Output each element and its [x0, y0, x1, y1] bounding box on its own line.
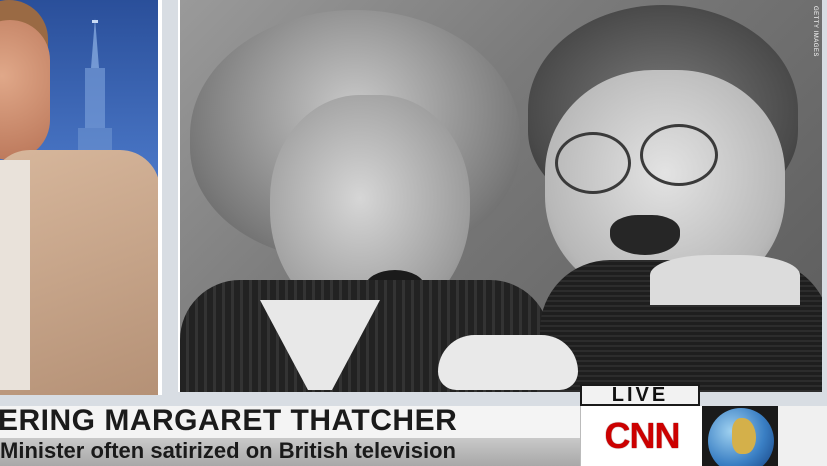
man-mouth [610, 215, 680, 255]
network-logo-box: CNN [580, 406, 703, 466]
live-badge: LIVE [580, 384, 700, 406]
lower-third-end-cap [778, 406, 827, 466]
subline-text: Minister often satirized on British tele… [0, 438, 456, 463]
man-collar [650, 255, 800, 305]
globe-continent [732, 418, 756, 454]
puppet-hand [438, 335, 578, 390]
glasses-right-lens [640, 124, 718, 186]
broadcast-frame: GETTY IMAGES LIVE ERING MARGARET THATCHE… [0, 0, 827, 466]
archive-photo: GETTY IMAGES [178, 0, 822, 392]
globe-bug [702, 406, 778, 466]
cnn-logo: CNN [604, 415, 681, 456]
anchor-head [0, 20, 50, 160]
anchor-shirt [0, 160, 30, 390]
studio-anchor-panel [0, 0, 162, 395]
glasses-left-lens [555, 132, 631, 194]
photo-credit: GETTY IMAGES [812, 6, 818, 57]
globe-icon [708, 408, 774, 466]
headline-text: ERING MARGARET THATCHER [0, 404, 458, 437]
